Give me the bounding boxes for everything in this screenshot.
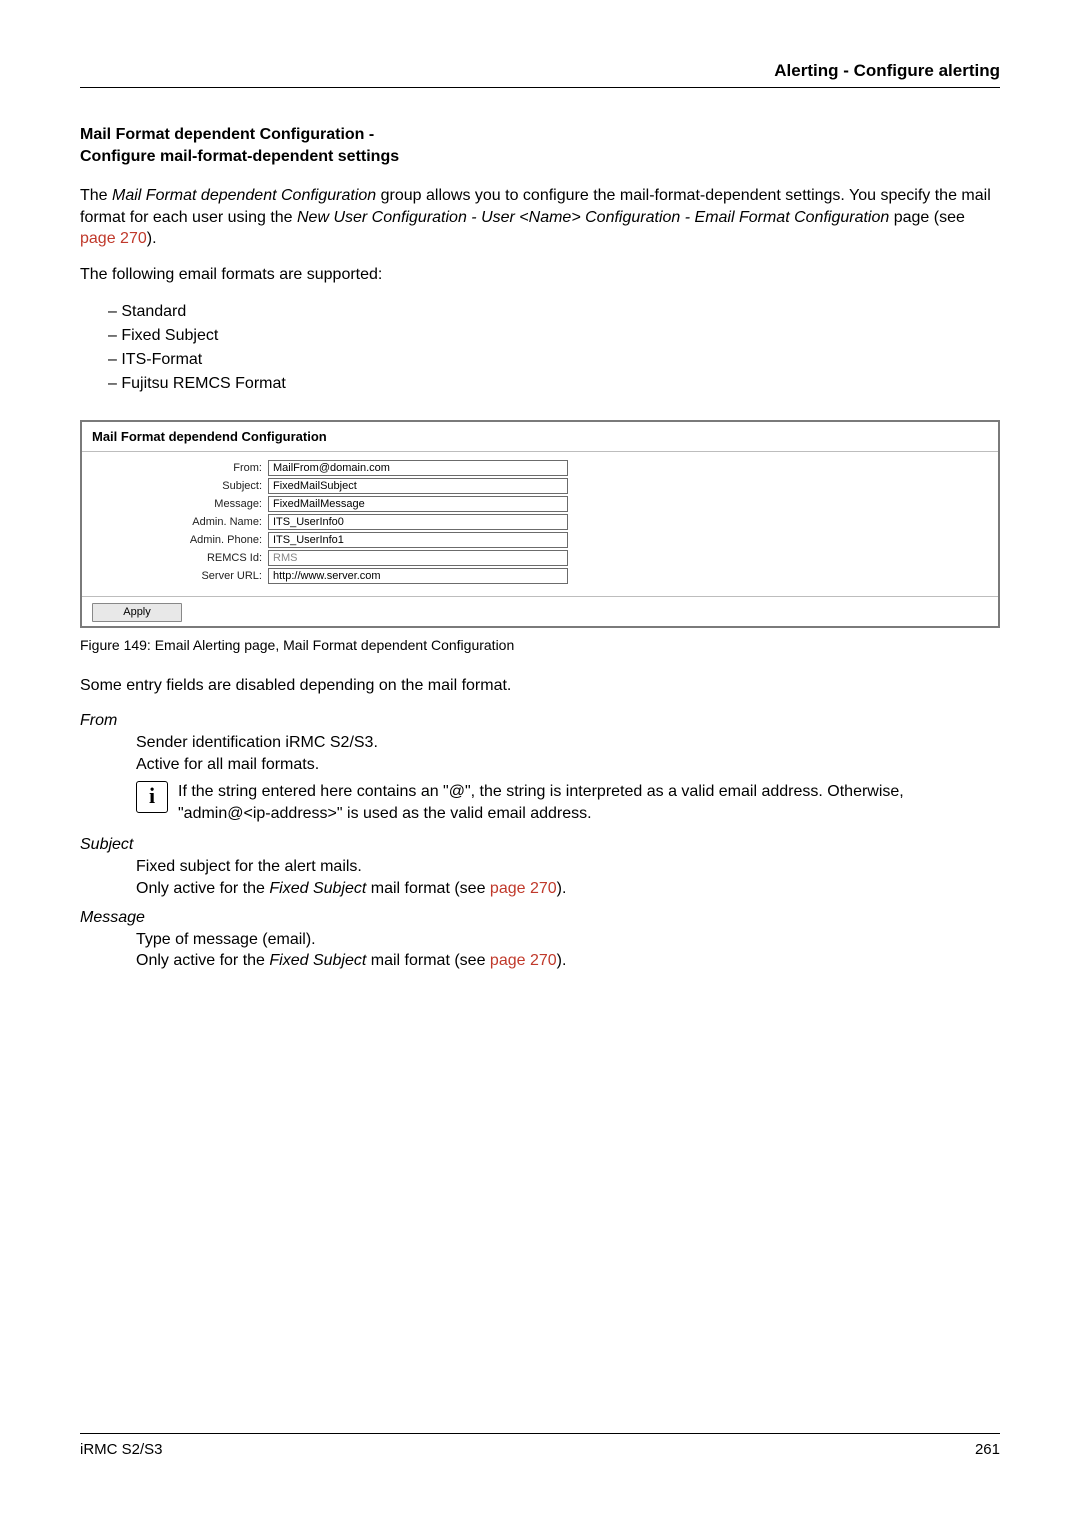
apply-button[interactable]: Apply <box>92 603 182 622</box>
def-from-line1: Sender identification iRMC S2/S3. <box>136 734 378 751</box>
figure-form: From: Subject: Message: Admin. Name: Adm… <box>82 452 998 596</box>
remcs-id-input <box>268 550 568 566</box>
page-header: Alerting - Configure alerting <box>80 60 1000 88</box>
info-icon: i <box>136 781 168 813</box>
def-message-link-page270[interactable]: page 270 <box>490 952 557 969</box>
admin-phone-input[interactable] <box>268 532 568 548</box>
def-subject-term: Subject <box>80 834 1000 856</box>
def-subject-body: Fixed subject for the alert mails. Only … <box>136 856 1000 899</box>
intro-italic-3: User <Name> Configuration <box>481 209 680 226</box>
intro-link-page270[interactable]: page 270 <box>80 230 147 247</box>
form-row-subject: Subject: <box>92 478 988 494</box>
def-from-line2: Active for all mail formats. <box>136 756 319 773</box>
form-row-admin-name: Admin. Name: <box>92 514 988 530</box>
formats-list: Standard Fixed Subject ITS-Format Fujits… <box>80 300 1000 396</box>
def-message-term: Message <box>80 907 1000 929</box>
def-subject-line2-mid: mail format (see <box>366 880 490 897</box>
list-item: Standard <box>108 300 1000 324</box>
def-subject-line2-pre: Only active for the <box>136 880 269 897</box>
apply-row: Apply <box>82 596 998 626</box>
intro-sep-2: - <box>680 209 694 226</box>
from-input[interactable] <box>268 460 568 476</box>
supported-line: The following email formats are supporte… <box>80 264 1000 286</box>
intro-italic-4: Email Format Configuration <box>695 209 890 226</box>
info-text: If the string entered here contains an "… <box>178 781 1000 824</box>
header-title: Alerting - Configure alerting <box>80 60 1000 83</box>
intro-paragraph: The Mail Format dependent Configuration … <box>80 185 1000 250</box>
def-message-line1: Type of message (email). <box>136 931 316 948</box>
section-title-line1: Mail Format dependent Configuration - <box>80 126 374 143</box>
message-input[interactable] <box>268 496 568 512</box>
remcs-id-label: REMCS Id: <box>92 551 268 566</box>
def-message-line2-italic: Fixed Subject <box>269 952 366 969</box>
after-figure-text: Some entry fields are disabled depending… <box>80 675 1000 697</box>
list-item: ITS-Format <box>108 348 1000 372</box>
intro-sep-1: - <box>467 209 481 226</box>
def-message-line2-mid: mail format (see <box>366 952 490 969</box>
list-item: Fixed Subject <box>108 324 1000 348</box>
info-note-from: i If the string entered here contains an… <box>136 781 1000 824</box>
admin-name-label: Admin. Name: <box>92 515 268 530</box>
admin-name-input[interactable] <box>268 514 568 530</box>
section-heading: Mail Format dependent Configuration - Co… <box>80 124 1000 167</box>
def-from-term: From <box>80 710 1000 732</box>
intro-italic-2: New User Configuration <box>297 209 467 226</box>
server-url-label: Server URL: <box>92 569 268 584</box>
def-subject-line1: Fixed subject for the alert mails. <box>136 858 362 875</box>
def-subject-line2-italic: Fixed Subject <box>269 880 366 897</box>
form-row-message: Message: <box>92 496 988 512</box>
intro-text-4: ). <box>147 230 157 247</box>
intro-italic-1: Mail Format dependent Configuration <box>112 187 376 204</box>
figure-panel: Mail Format dependend Configuration From… <box>80 420 1000 628</box>
figure-caption: Figure 149: Email Alerting page, Mail Fo… <box>80 636 1000 655</box>
admin-phone-label: Admin. Phone: <box>92 533 268 548</box>
page-footer: iRMC S2/S3 261 <box>80 1433 1000 1460</box>
list-item: Fujitsu REMCS Format <box>108 372 1000 396</box>
form-row-from: From: <box>92 460 988 476</box>
subject-label: Subject: <box>92 479 268 494</box>
def-message-line2-post: ). <box>557 952 567 969</box>
form-row-server-url: Server URL: <box>92 568 988 584</box>
form-row-admin-phone: Admin. Phone: <box>92 532 988 548</box>
intro-text: The <box>80 187 112 204</box>
from-label: From: <box>92 461 268 476</box>
message-label: Message: <box>92 497 268 512</box>
def-subject-line2-post: ). <box>557 880 567 897</box>
footer-page-number: 261 <box>975 1440 1000 1460</box>
section-title-line2: Configure mail-format-dependent settings <box>80 148 399 165</box>
intro-text-3: page (see <box>889 209 965 226</box>
def-from-body: Sender identification iRMC S2/S3. Active… <box>136 732 1000 775</box>
figure-panel-title: Mail Format dependend Configuration <box>82 422 998 453</box>
def-message-body: Type of message (email). Only active for… <box>136 929 1000 972</box>
footer-left: iRMC S2/S3 <box>80 1440 163 1460</box>
subject-input[interactable] <box>268 478 568 494</box>
def-message-line2-pre: Only active for the <box>136 952 269 969</box>
form-row-remcs-id: REMCS Id: <box>92 550 988 566</box>
server-url-input[interactable] <box>268 568 568 584</box>
def-subject-link-page270[interactable]: page 270 <box>490 880 557 897</box>
